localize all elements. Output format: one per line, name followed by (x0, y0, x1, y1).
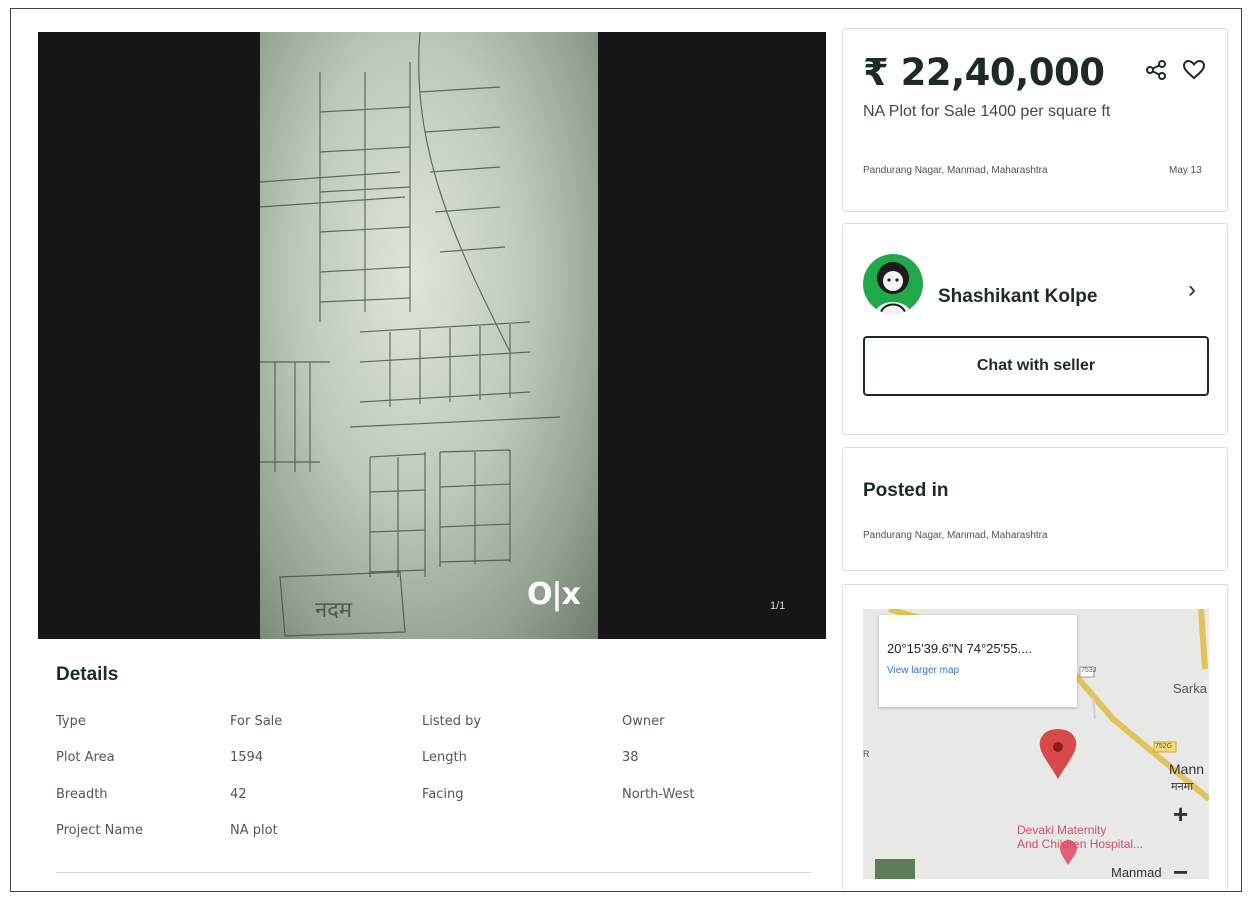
posted-in-location: Pandurang Nagar, Manmad, Maharashtra (863, 530, 1048, 541)
zoom-out-button[interactable]: − (1173, 857, 1188, 879)
map-coordinates: 20°15'39.6"N 74°25'55.... (887, 641, 1033, 656)
detail-value: 1594 (230, 750, 264, 765)
detail-value: North-West (622, 787, 695, 802)
map-place-label: Manmad (1111, 865, 1162, 879)
detail-label: Breadth (56, 787, 108, 802)
seller-avatar[interactable] (863, 254, 923, 314)
map-poi-label: Devaki Maternity (1017, 823, 1107, 837)
svg-text:नदम: नदम (315, 598, 353, 623)
map-info-box: 20°15'39.6"N 74°25'55.... View larger ma… (879, 615, 1077, 707)
listing-date: May 13 (1169, 165, 1202, 176)
detail-label: Plot Area (56, 750, 115, 765)
detail-label: Length (422, 750, 467, 765)
map-road-label: 753J (1081, 667, 1097, 674)
zoom-in-button[interactable]: + (1173, 799, 1188, 830)
map-place-label: Sarka (1173, 681, 1207, 696)
posted-in-card: Posted in Pandurang Nagar, Manmad, Mahar… (842, 447, 1228, 571)
detail-value: Owner (622, 714, 665, 729)
listing-photo[interactable]: नदम (260, 32, 598, 639)
price-card: ₹ 22,40,000 NA Plot for Sale 1400 per sq… (842, 28, 1228, 212)
details-heading: Details (56, 664, 119, 685)
listing-location: Pandurang Nagar, Manmad, Maharashtra (863, 165, 1048, 176)
detail-label: Project Name (56, 823, 143, 838)
listing-title: NA Plot for Sale 1400 per square ft (863, 103, 1111, 120)
detail-label: Listed by (422, 714, 482, 729)
detail-value: 42 (230, 787, 247, 802)
detail-value: For Sale (230, 714, 283, 729)
chevron-right-icon[interactable]: › (1188, 276, 1196, 304)
olx-watermark: O|x (527, 577, 581, 612)
map-place-label: मनमा (1171, 780, 1194, 793)
posted-in-heading: Posted in (863, 480, 949, 501)
image-counter: 1/1 (770, 600, 786, 612)
map-road-label: 752G (1155, 743, 1173, 750)
seller-name[interactable]: Shashikant Kolpe (938, 286, 1097, 308)
map-place-label: Mann (1169, 761, 1205, 777)
chat-with-seller-button[interactable]: Chat with seller (863, 336, 1209, 396)
details-divider (56, 872, 811, 873)
detail-label: Facing (422, 787, 464, 802)
view-larger-map-link[interactable]: View larger map (887, 665, 959, 676)
detail-label: Type (56, 714, 86, 729)
map-place-label: R (863, 749, 870, 759)
detail-value: 38 (622, 750, 639, 765)
seller-card: Shashikant Kolpe › Chat with seller (842, 223, 1228, 435)
listing-price: ₹ 22,40,000 (863, 51, 1105, 94)
heart-icon[interactable] (1181, 57, 1207, 83)
map-poi-label: And Children Hospital... (1017, 837, 1144, 851)
share-icon[interactable] (1143, 57, 1169, 83)
image-gallery[interactable]: नदम O|x 1/1 (38, 32, 826, 639)
detail-value: NA plot (230, 823, 278, 838)
location-map[interactable]: 20°15'39.6"N 74°25'55.... View larger ma… (863, 609, 1209, 879)
map-card: 20°15'39.6"N 74°25'55.... View larger ma… (842, 584, 1228, 890)
